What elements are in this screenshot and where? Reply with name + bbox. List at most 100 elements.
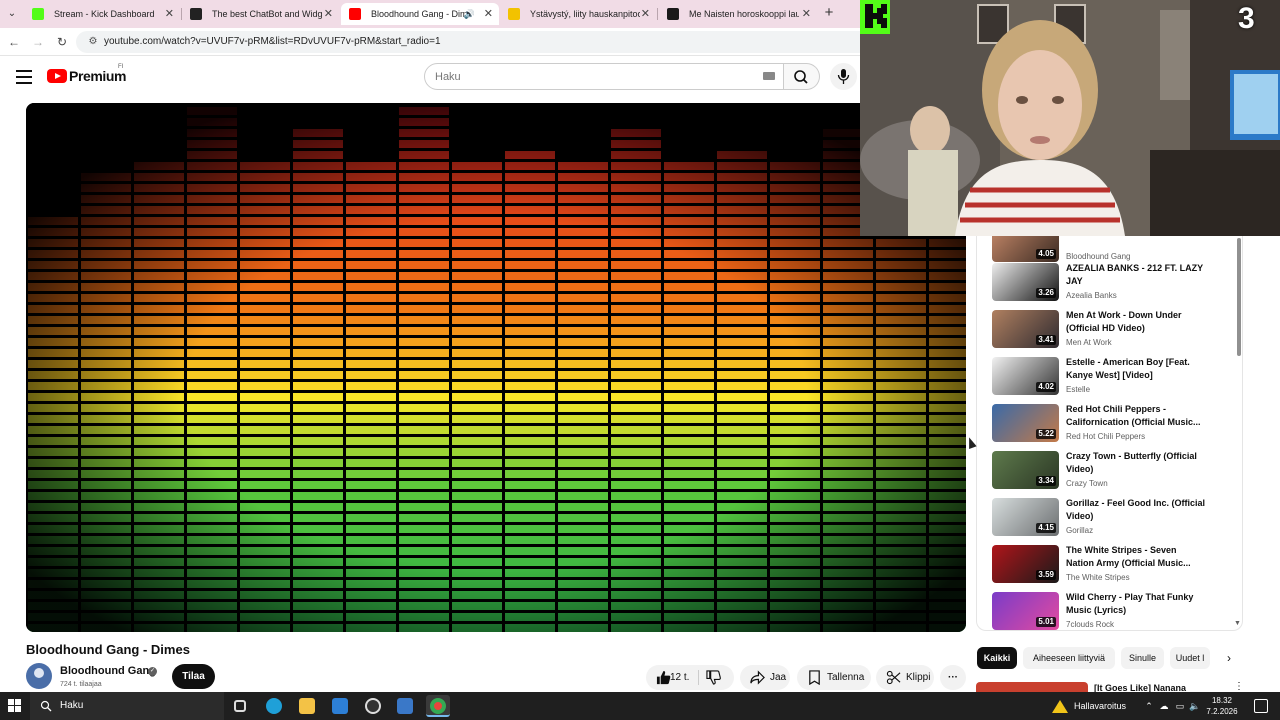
webcam-overlay: 3	[860, 0, 1280, 236]
video-thumbnail[interactable]: 3.34	[992, 451, 1059, 489]
chip-new[interactable]: Uudet l	[1170, 647, 1210, 669]
thumbs-down-icon[interactable]	[706, 670, 721, 685]
cloud-icon[interactable]: ☁	[1158, 700, 1170, 712]
file-explorer-icon[interactable]	[295, 695, 319, 717]
back-arrow-icon[interactable]: ←	[6, 34, 22, 50]
weather-alert[interactable]: Hallavaroitus	[1052, 692, 1126, 720]
like-count[interactable]: 12 t.	[670, 665, 689, 690]
obs-studio-icon[interactable]	[361, 695, 385, 717]
store-icon[interactable]	[328, 695, 352, 717]
search-icon	[40, 700, 52, 712]
microphone-icon	[837, 69, 850, 84]
chip-all[interactable]: Kaikki	[977, 647, 1017, 669]
forward-arrow-icon[interactable]: →	[30, 34, 46, 50]
playlist-item-title[interactable]: The White Stripes - Seven Nation Army (O…	[1066, 544, 1206, 570]
tab-label: Me Naisten horoskooppi lauan	[689, 9, 799, 19]
chip-related[interactable]: Aiheeseen liittyviä	[1023, 647, 1115, 669]
browser-tab-horoskooppi[interactable]: Me Naisten horoskooppi lauan ✕	[659, 3, 817, 25]
browser-tab-chatbot[interactable]: The best ChatBot and Widgets ✕	[182, 3, 339, 25]
taskbar-search[interactable]: Haku	[30, 692, 224, 720]
chip-for-you[interactable]: Sinulle	[1121, 647, 1164, 669]
channel-avatar[interactable]	[26, 663, 52, 689]
network-icon[interactable]: ▭	[1174, 700, 1186, 712]
site-info-icon[interactable]: ⚙	[86, 35, 100, 49]
save-button[interactable]: Tallenna	[797, 665, 871, 690]
logo-text: Premium	[69, 68, 127, 84]
close-icon[interactable]: ✕	[324, 3, 333, 25]
browser-tab-kick[interactable]: Stream - Kick Dashboard ✕	[24, 3, 180, 25]
playlist-item-channel: 7clouds Rock	[1066, 620, 1115, 629]
speaker-icon[interactable]: 🔊	[464, 3, 475, 25]
video-thumbnail[interactable]: 3.59	[992, 545, 1059, 583]
subscribe-button[interactable]: Tilaa	[172, 664, 215, 689]
playlist-item-title[interactable]: Estelle - American Boy [Feat. Kanye West…	[1066, 356, 1206, 382]
share-arrow-icon	[750, 670, 765, 685]
hamburger-menu-icon[interactable]	[16, 70, 32, 84]
chrome-icon[interactable]	[426, 695, 450, 717]
notifications-icon[interactable]	[1254, 699, 1268, 713]
video-player[interactable]	[26, 103, 966, 632]
video-thumbnail[interactable]: 4.02	[992, 357, 1059, 395]
playlist-item-title[interactable]: Men At Work - Down Under (Official HD Vi…	[1066, 309, 1206, 335]
playlist-item-title[interactable]: AZEALIA BANKS - 212 FT. LAZY JAY	[1066, 262, 1206, 288]
keyboard-icon[interactable]	[763, 72, 775, 80]
playlist-item-title[interactable]: Wild Cherry - Play That Funky Music (Lyr…	[1066, 591, 1206, 617]
channel-name[interactable]: Bloodhound Gang	[60, 665, 156, 677]
close-icon[interactable]: ✕	[641, 3, 650, 25]
task-view-icon[interactable]	[228, 695, 252, 717]
video-thumbnail[interactable]: 4.15	[992, 498, 1059, 536]
thumbs-up-icon[interactable]	[656, 670, 671, 685]
video-thumbnail[interactable]: 5.22	[992, 404, 1059, 442]
playlist-item[interactable]: 3.26 AZEALIA BANKS - 212 FT. LAZY JAY Azea…	[992, 263, 1242, 303]
video-thumbnail[interactable]: 5.01	[992, 592, 1059, 630]
url-text[interactable]: youtube.com/watch?v=UVUF7v-pRM&list=RDvU…	[104, 31, 441, 53]
system-clock[interactable]: 18.32 7.2.2026	[1204, 695, 1240, 717]
share-button[interactable]: Jaa	[740, 665, 790, 690]
browser-tab-youtube[interactable]: Bloodhound Gang - Dimes 🔊 ✕	[341, 3, 499, 25]
close-icon[interactable]: ✕	[165, 3, 174, 25]
video-thumbnail[interactable]: 3.41	[992, 310, 1059, 348]
playlist-item-title[interactable]: Red Hot Chili Peppers - Californication …	[1066, 403, 1206, 429]
youtube-favicon-icon	[349, 8, 361, 20]
clock-time: 18.32	[1211, 696, 1233, 705]
search-button[interactable]	[784, 63, 820, 90]
more-actions-button[interactable]: ···	[940, 665, 966, 690]
tab-divider	[657, 8, 658, 20]
recommendation-thumbnail[interactable]	[976, 682, 1088, 692]
playlist-item-channel: Bloodhound Gang	[1066, 252, 1131, 261]
smiley-favicon-icon	[508, 8, 520, 20]
playlist-scrollbar[interactable]	[1237, 238, 1241, 356]
chevron-up-icon[interactable]: ⌃	[1143, 700, 1155, 712]
close-icon[interactable]: ✕	[802, 3, 811, 25]
scroll-down-arrow-icon[interactable]: ▼	[1234, 620, 1241, 627]
screen: ⌄ Stream - Kick Dashboard ✕ The best Cha…	[0, 0, 1280, 720]
playlist-item[interactable]: 5.22 Red Hot Chili Peppers - Californicat…	[992, 404, 1242, 444]
playlist-item-channel: Azealia Banks	[1066, 291, 1117, 300]
app-icon[interactable]	[393, 695, 417, 717]
reload-icon[interactable]: ↻	[54, 34, 70, 50]
clip-button[interactable]: Klippi	[876, 665, 934, 690]
playlist-item[interactable]: 3.34 Crazy Town - Butterfly (Official Vid…	[992, 451, 1242, 491]
playlist-item[interactable]: 4.15 Gorillaz - Feel Good Inc. (Official …	[992, 498, 1242, 538]
duration-badge: 5.22	[1036, 429, 1056, 439]
more-vertical-icon[interactable]: ⋮	[1234, 681, 1244, 692]
search-input[interactable]	[435, 64, 755, 89]
voice-search-button[interactable]	[830, 63, 857, 90]
chevron-right-icon[interactable]: ›	[1219, 648, 1239, 668]
playlist-item[interactable]: 4.05TouchBloodhound Gang	[992, 236, 1242, 264]
playlist-item[interactable]: 3.59 The White Stripes - Seven Nation Arm…	[992, 545, 1242, 585]
playlist-item[interactable]: 5.01 Wild Cherry - Play That Funky Music …	[992, 591, 1242, 630]
browser-tab-ystavysty[interactable]: Ystävystý, liity hauskanpitoon, o ✕	[500, 3, 656, 25]
playlist-item-title[interactable]: Gorillaz - Feel Good Inc. (Official Vide…	[1066, 497, 1206, 523]
edge-browser-icon[interactable]	[262, 695, 286, 717]
video-thumbnail[interactable]: 3.26	[992, 263, 1059, 301]
playlist-item[interactable]: 4.02 Estelle - American Boy [Feat. Kanye …	[992, 357, 1242, 397]
playlist-item[interactable]: 3.41 Men At Work - Down Under (Official H…	[992, 310, 1242, 350]
volume-icon[interactable]: 🔈	[1189, 700, 1201, 712]
windows-start-icon[interactable]	[8, 699, 22, 713]
video-thumbnail[interactable]: 4.05	[992, 236, 1059, 262]
new-tab-plus-icon[interactable]: +	[820, 4, 838, 22]
tab-search-chevron-icon[interactable]: ⌄	[4, 6, 20, 22]
close-icon[interactable]: ✕	[484, 3, 493, 25]
playlist-item-title[interactable]: Crazy Town - Butterfly (Official Video)	[1066, 450, 1206, 476]
